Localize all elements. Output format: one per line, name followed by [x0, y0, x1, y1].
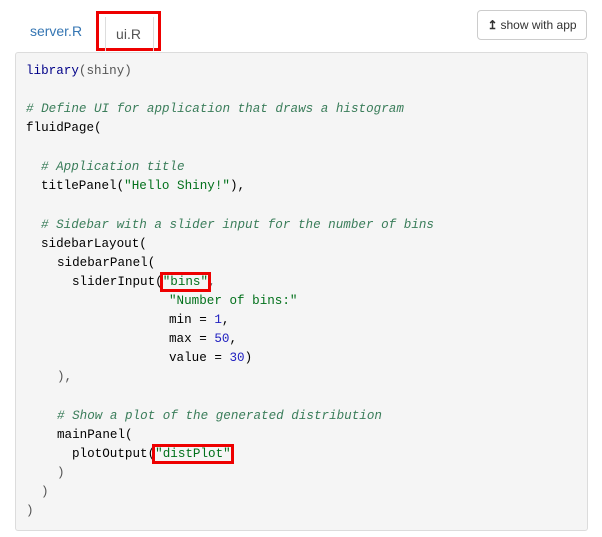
arrow-up-icon: ↥ [487, 18, 498, 32]
comment-sidebar: # Sidebar with a slider input for the nu… [41, 218, 434, 232]
max-value: 50 [214, 332, 230, 346]
min-value: 1 [214, 313, 222, 327]
code-line-fluid-page: fluidPage( [26, 121, 102, 135]
tab-ui-r[interactable]: ui.R [96, 11, 161, 51]
code-line-min: min = 1, [169, 311, 229, 330]
code-line-value: value = 30) [169, 349, 252, 368]
code-line-slider-label: "Number of bins:" [169, 294, 298, 308]
value-close: ) [244, 351, 253, 365]
max-comma: , [229, 332, 238, 346]
code-line-close-sidebar-layout: ) [41, 485, 49, 499]
code-line-close-sidebar: ), [57, 370, 73, 384]
show-with-app-label: show with app [500, 18, 577, 32]
tab-server-r-label: server.R [29, 23, 83, 39]
comment-define-ui: # Define UI for application that draws a… [26, 102, 404, 116]
code-line-plot-output: plotOutput("distPlot" [72, 444, 234, 464]
slider-input-fn: sliderInput( [72, 275, 163, 289]
tab-server-r[interactable]: server.R [18, 11, 94, 51]
title-panel-string: "Hello Shiny!" [124, 179, 230, 193]
min-label: min = [169, 313, 215, 327]
code-line-close-fluid-page: ) [26, 504, 34, 518]
code-line-main-panel: mainPanel( [57, 428, 133, 442]
comment-show-plot: # Show a plot of the generated distribut… [57, 409, 382, 423]
code-line-library: library(shiny) [26, 62, 132, 81]
code-line-slider-input: sliderInput("bins", [72, 272, 216, 292]
code-line-title-panel: titlePanel("Hello Shiny!"), [41, 177, 245, 196]
plot-output-fn: plotOutput( [72, 447, 156, 461]
slider-input-id-highlight: "bins" [159, 272, 212, 292]
title-panel-fn: titlePanel( [41, 179, 125, 193]
max-label: max = [169, 332, 215, 346]
comment-app-title: # Application title [41, 160, 185, 174]
min-comma: , [221, 313, 230, 327]
code-line-sidebar-layout: sidebarLayout( [41, 237, 147, 251]
code-viewer: server.R ui.R ↥ show with app library(sh… [0, 0, 602, 537]
code-line-sidebar-panel: sidebarPanel( [57, 256, 156, 270]
value-label: value = [169, 351, 230, 365]
library-keyword: library [26, 64, 79, 78]
code-panel: library(shiny) # Define UI for applicati… [15, 52, 588, 531]
code-line-max: max = 50, [169, 330, 237, 349]
show-with-app-button[interactable]: ↥ show with app [477, 10, 587, 40]
plot-output-id-highlight: "distPlot" [152, 444, 234, 464]
library-arg: (shiny) [78, 64, 132, 78]
value-value: 30 [229, 351, 245, 365]
slider-comma: , [208, 275, 216, 289]
title-panel-close: ), [229, 179, 246, 193]
code-line-close-main-panel: ) [57, 466, 65, 480]
tab-ui-r-label: ui.R [116, 26, 141, 42]
